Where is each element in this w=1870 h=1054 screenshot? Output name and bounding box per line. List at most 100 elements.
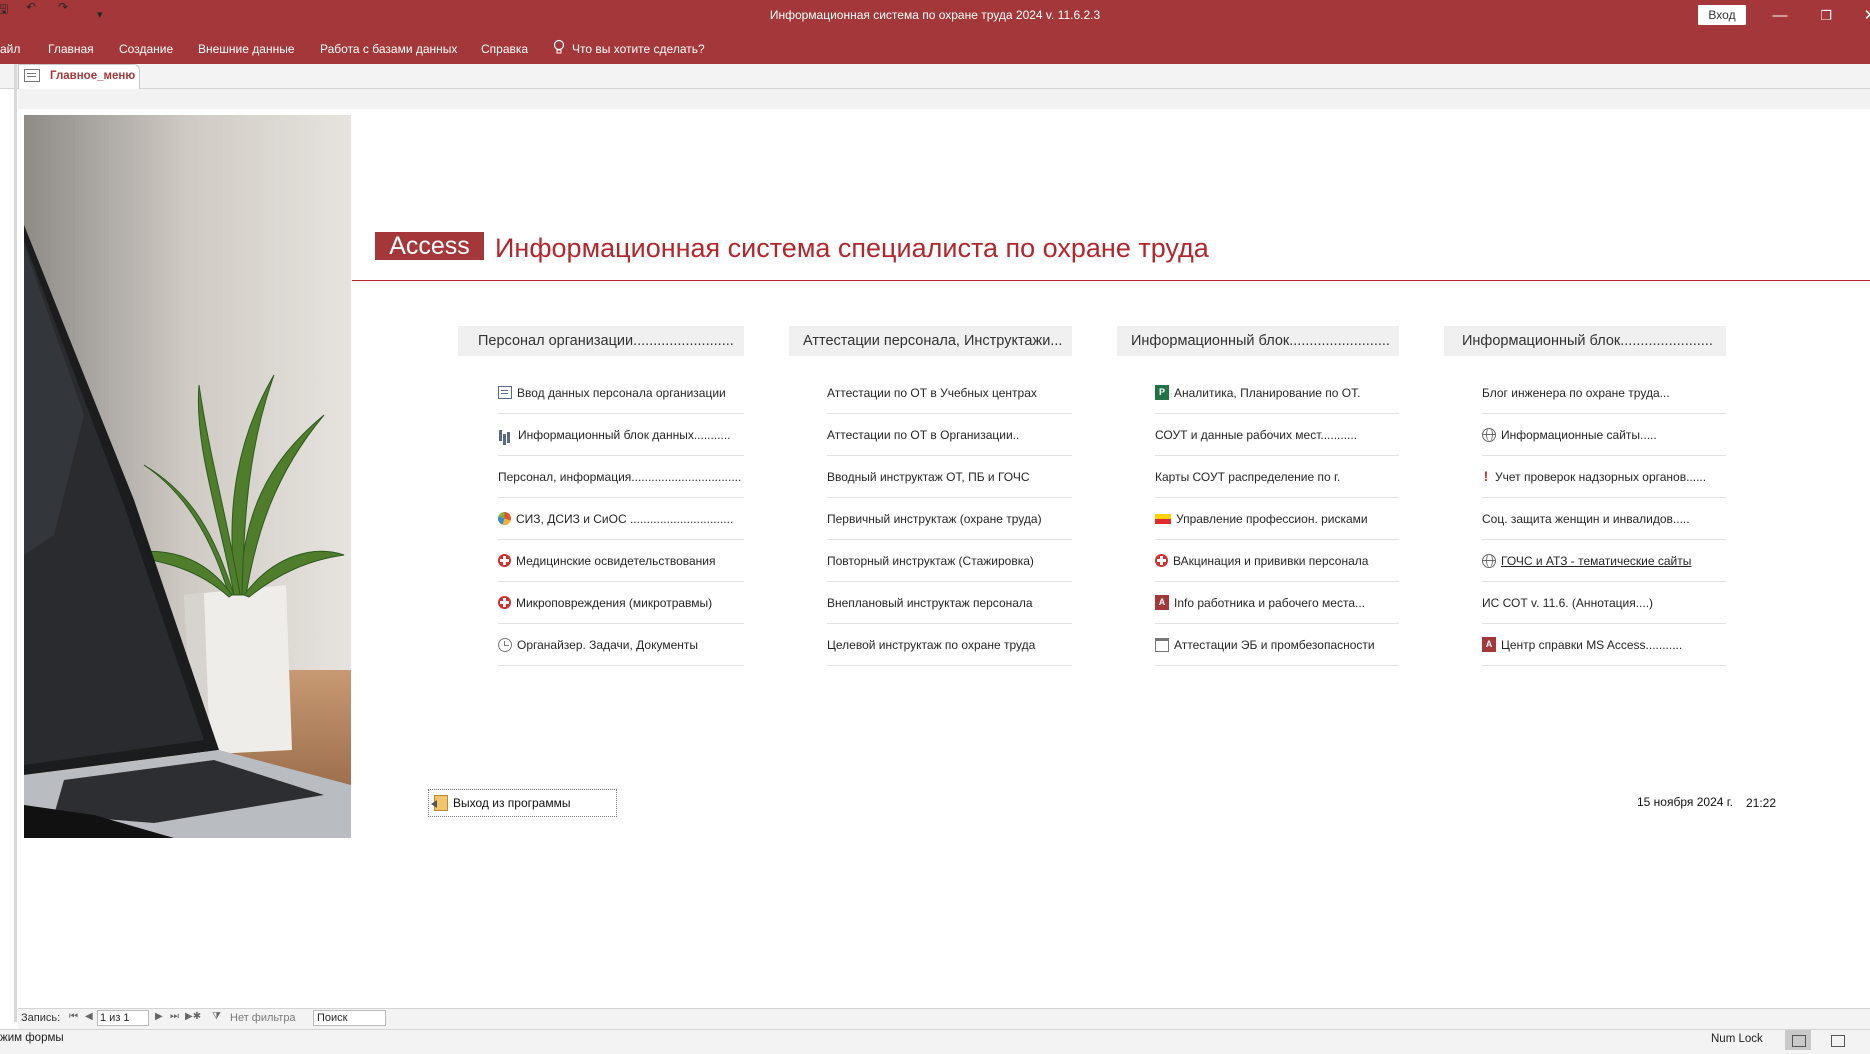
status-bar xyxy=(0,1029,1870,1054)
medical-icon xyxy=(498,596,511,609)
close-button[interactable]: ✕ xyxy=(1850,4,1870,28)
menu-item-c2-r6[interactable]: Внеплановый инструктаж персонала xyxy=(827,582,1072,624)
menu-item-c2-r2[interactable]: Аттестации по ОТ в Организации.. xyxy=(827,414,1072,456)
calendar-icon xyxy=(1155,637,1169,652)
menu-item-label: Блог инженера по охране труда... xyxy=(1482,385,1670,400)
form-icon xyxy=(24,69,40,82)
menu-item-c3-r1[interactable]: P Аналитика, Планирование по ОТ. xyxy=(1155,372,1399,414)
tab-file[interactable]: айл xyxy=(0,42,20,56)
current-record-field[interactable]: 1 из 1 xyxy=(97,1010,149,1026)
menu-item-label: Органайзер. Задачи, Документы xyxy=(517,637,698,652)
document-tab-label: Главное_меню xyxy=(50,70,136,82)
menu-item-label: Info работника и рабочего места... xyxy=(1174,595,1366,610)
menu-item-c3-r7[interactable]: Аттестации ЭБ и промбезопасности xyxy=(1155,624,1399,666)
menu-item-c2-r3[interactable]: Вводный инструктаж ОТ, ПБ и ГОЧС xyxy=(827,456,1072,498)
sign-in-button[interactable]: Вход xyxy=(1698,5,1746,25)
flag-icon xyxy=(1155,513,1171,524)
menu-item-c4-r5[interactable]: ГОЧС и АТЗ - тематические сайты xyxy=(1482,540,1726,582)
access-icon: A xyxy=(1155,595,1169,610)
exclamation-icon: ! xyxy=(1483,468,1489,484)
menu-item-label: ВАкцинация и прививки персонала xyxy=(1173,553,1369,568)
menu-item-c4-r1[interactable]: Блог инженера по охране труда... xyxy=(1482,372,1726,414)
menu-item-label: Целевой инструктаж по охране труда xyxy=(827,637,1036,652)
previous-record-button[interactable]: ◀ xyxy=(85,1011,93,1022)
menu-item-c3-r3[interactable]: Карты СОУТ распределение по г. xyxy=(1155,456,1399,498)
menu-item-label: Аттестации по ОТ в Организации.. xyxy=(827,427,1020,442)
exit-door-icon xyxy=(431,795,448,811)
globe-icon xyxy=(1482,427,1496,442)
tab-home[interactable]: Главная xyxy=(48,42,94,56)
first-record-button[interactable]: ⏮ xyxy=(69,1011,78,1022)
document-tab-strip xyxy=(0,64,1870,89)
menu-item-label: Центр справки MS Access........... xyxy=(1501,637,1683,652)
datasheet-view-button[interactable] xyxy=(1824,1030,1850,1050)
exit-program-button[interactable]: Выход из программы xyxy=(428,789,617,817)
menu-item-label: ГОЧС и АТЗ - тематические сайты xyxy=(1501,553,1692,568)
medical-icon xyxy=(1155,554,1168,567)
next-record-button[interactable]: ▶ xyxy=(155,1011,163,1022)
num-lock-indicator: Num Lock xyxy=(1711,1033,1763,1045)
globe-icon xyxy=(1482,553,1496,568)
menu-item-c3-r2[interactable]: СОУТ и данные рабочих мест........... xyxy=(1155,414,1399,456)
last-record-button[interactable]: ⏭ xyxy=(170,1011,179,1022)
record-search-input[interactable]: Поиск xyxy=(313,1010,386,1026)
menu-item-c1-r5[interactable]: Медицинские освидетельствования xyxy=(498,540,744,582)
menu-item-c4-r2[interactable]: Информационные сайты..... xyxy=(1482,414,1726,456)
lightbulb-icon[interactable] xyxy=(553,39,565,55)
tab-external-data[interactable]: Внешние данные xyxy=(198,42,295,56)
menu-item-label: СИЗ, ДСИЗ и СиОС .......................… xyxy=(516,511,734,526)
pie-icon xyxy=(498,512,511,525)
window-title: Информационная система по охране труда 2… xyxy=(769,8,1101,22)
column-header-4: Информационный блок.....................… xyxy=(1444,326,1726,356)
column-header-3: Информационный блок.....................… xyxy=(1117,326,1399,356)
medical-icon xyxy=(498,554,511,567)
current-date: 15 ноября 2024 г. xyxy=(1637,795,1733,809)
menu-item-label: Управление профессион. рисками xyxy=(1176,511,1368,526)
menu-item-c1-r7[interactable]: Органайзер. Задачи, Документы xyxy=(498,624,744,666)
menu-item-c3-r6[interactable]: A Info работника и рабочего места... xyxy=(1155,582,1399,624)
menu-item-c1-r2[interactable]: Информационный блок данных........... xyxy=(498,414,744,456)
minimize-button[interactable]: — xyxy=(1760,4,1800,28)
menu-item-label: Первичный инструктаж (охране труда) xyxy=(827,511,1042,526)
laptop-plant-photo xyxy=(24,115,351,838)
menu-item-label: Информационные сайты..... xyxy=(1501,427,1657,442)
tell-me-search[interactable]: Что вы хотите сделать? xyxy=(572,42,705,56)
menu-item-c1-r6[interactable]: Микроповреждения (микротравмы) xyxy=(498,582,744,624)
form-view-button[interactable] xyxy=(1785,1030,1811,1050)
menu-item-c1-r1[interactable]: Ввод данных персонала организации xyxy=(498,372,744,414)
record-label: Запись: xyxy=(21,1012,61,1024)
form-header-band xyxy=(18,89,1870,109)
menu-item-label: Ввод данных персонала организации xyxy=(517,385,726,400)
menu-item-c3-r4[interactable]: Управление профессион. рисками xyxy=(1155,498,1399,540)
menu-item-c1-r4[interactable]: СИЗ, ДСИЗ и СиОС .......................… xyxy=(498,498,744,540)
menu-item-c1-r3[interactable]: Персонал, информация....................… xyxy=(498,456,744,498)
project-icon: P xyxy=(1155,385,1169,400)
menu-item-c2-r7[interactable]: Целевой инструктаж по охране труда xyxy=(827,624,1072,666)
menu-item-label: Учет проверок надзорных органов...... xyxy=(1495,469,1707,484)
menu-item-c3-r5[interactable]: ВАкцинация и прививки персонала xyxy=(1155,540,1399,582)
menu-item-label: Микроповреждения (микротравмы) xyxy=(516,595,713,610)
menu-item-c4-r4[interactable]: Соц. защита женщин и инвалидов..... xyxy=(1482,498,1726,540)
tab-database-tools[interactable]: Работа с базами данных xyxy=(320,42,457,56)
exit-program-label: Выход из программы xyxy=(453,796,571,810)
menu-item-label: Аттестации ЭБ и промбезопасности xyxy=(1174,637,1375,652)
menu-item-c2-r5[interactable]: Повторный инструктаж (Стажировка) xyxy=(827,540,1072,582)
access-logo-badge: Access xyxy=(375,232,484,260)
menu-item-label: Аттестации по ОТ в Учебных центрах xyxy=(827,385,1037,400)
page-title: Информационная система специалиста по ох… xyxy=(495,233,1209,263)
layout-view-button[interactable] xyxy=(1860,1030,1870,1050)
navigation-pane-edge[interactable] xyxy=(14,64,17,1022)
tab-create[interactable]: Создание xyxy=(119,42,173,56)
chart-icon xyxy=(498,427,513,442)
current-time: 21:22 xyxy=(1746,796,1777,810)
menu-item-c4-r3[interactable]: ! Учет проверок надзорных органов...... xyxy=(1482,456,1726,498)
filter-status[interactable]: Нет фильтра xyxy=(230,1012,296,1024)
menu-item-c2-r1[interactable]: Аттестации по ОТ в Учебных центрах xyxy=(827,372,1072,414)
menu-item-c4-r7[interactable]: A Центр справки MS Access........... xyxy=(1482,624,1726,666)
column-header-2: Аттестации персонала, Инструктажи... xyxy=(789,326,1072,356)
tab-help[interactable]: Справка xyxy=(481,42,528,56)
new-record-button[interactable]: ▶✱ xyxy=(185,1011,201,1022)
menu-item-c4-r6[interactable]: ИС СОТ v. 11.6. (Аннотация....) xyxy=(1482,582,1726,624)
menu-item-c2-r4[interactable]: Первичный инструктаж (охране труда) xyxy=(827,498,1072,540)
restore-button[interactable]: ❐ xyxy=(1806,4,1846,28)
